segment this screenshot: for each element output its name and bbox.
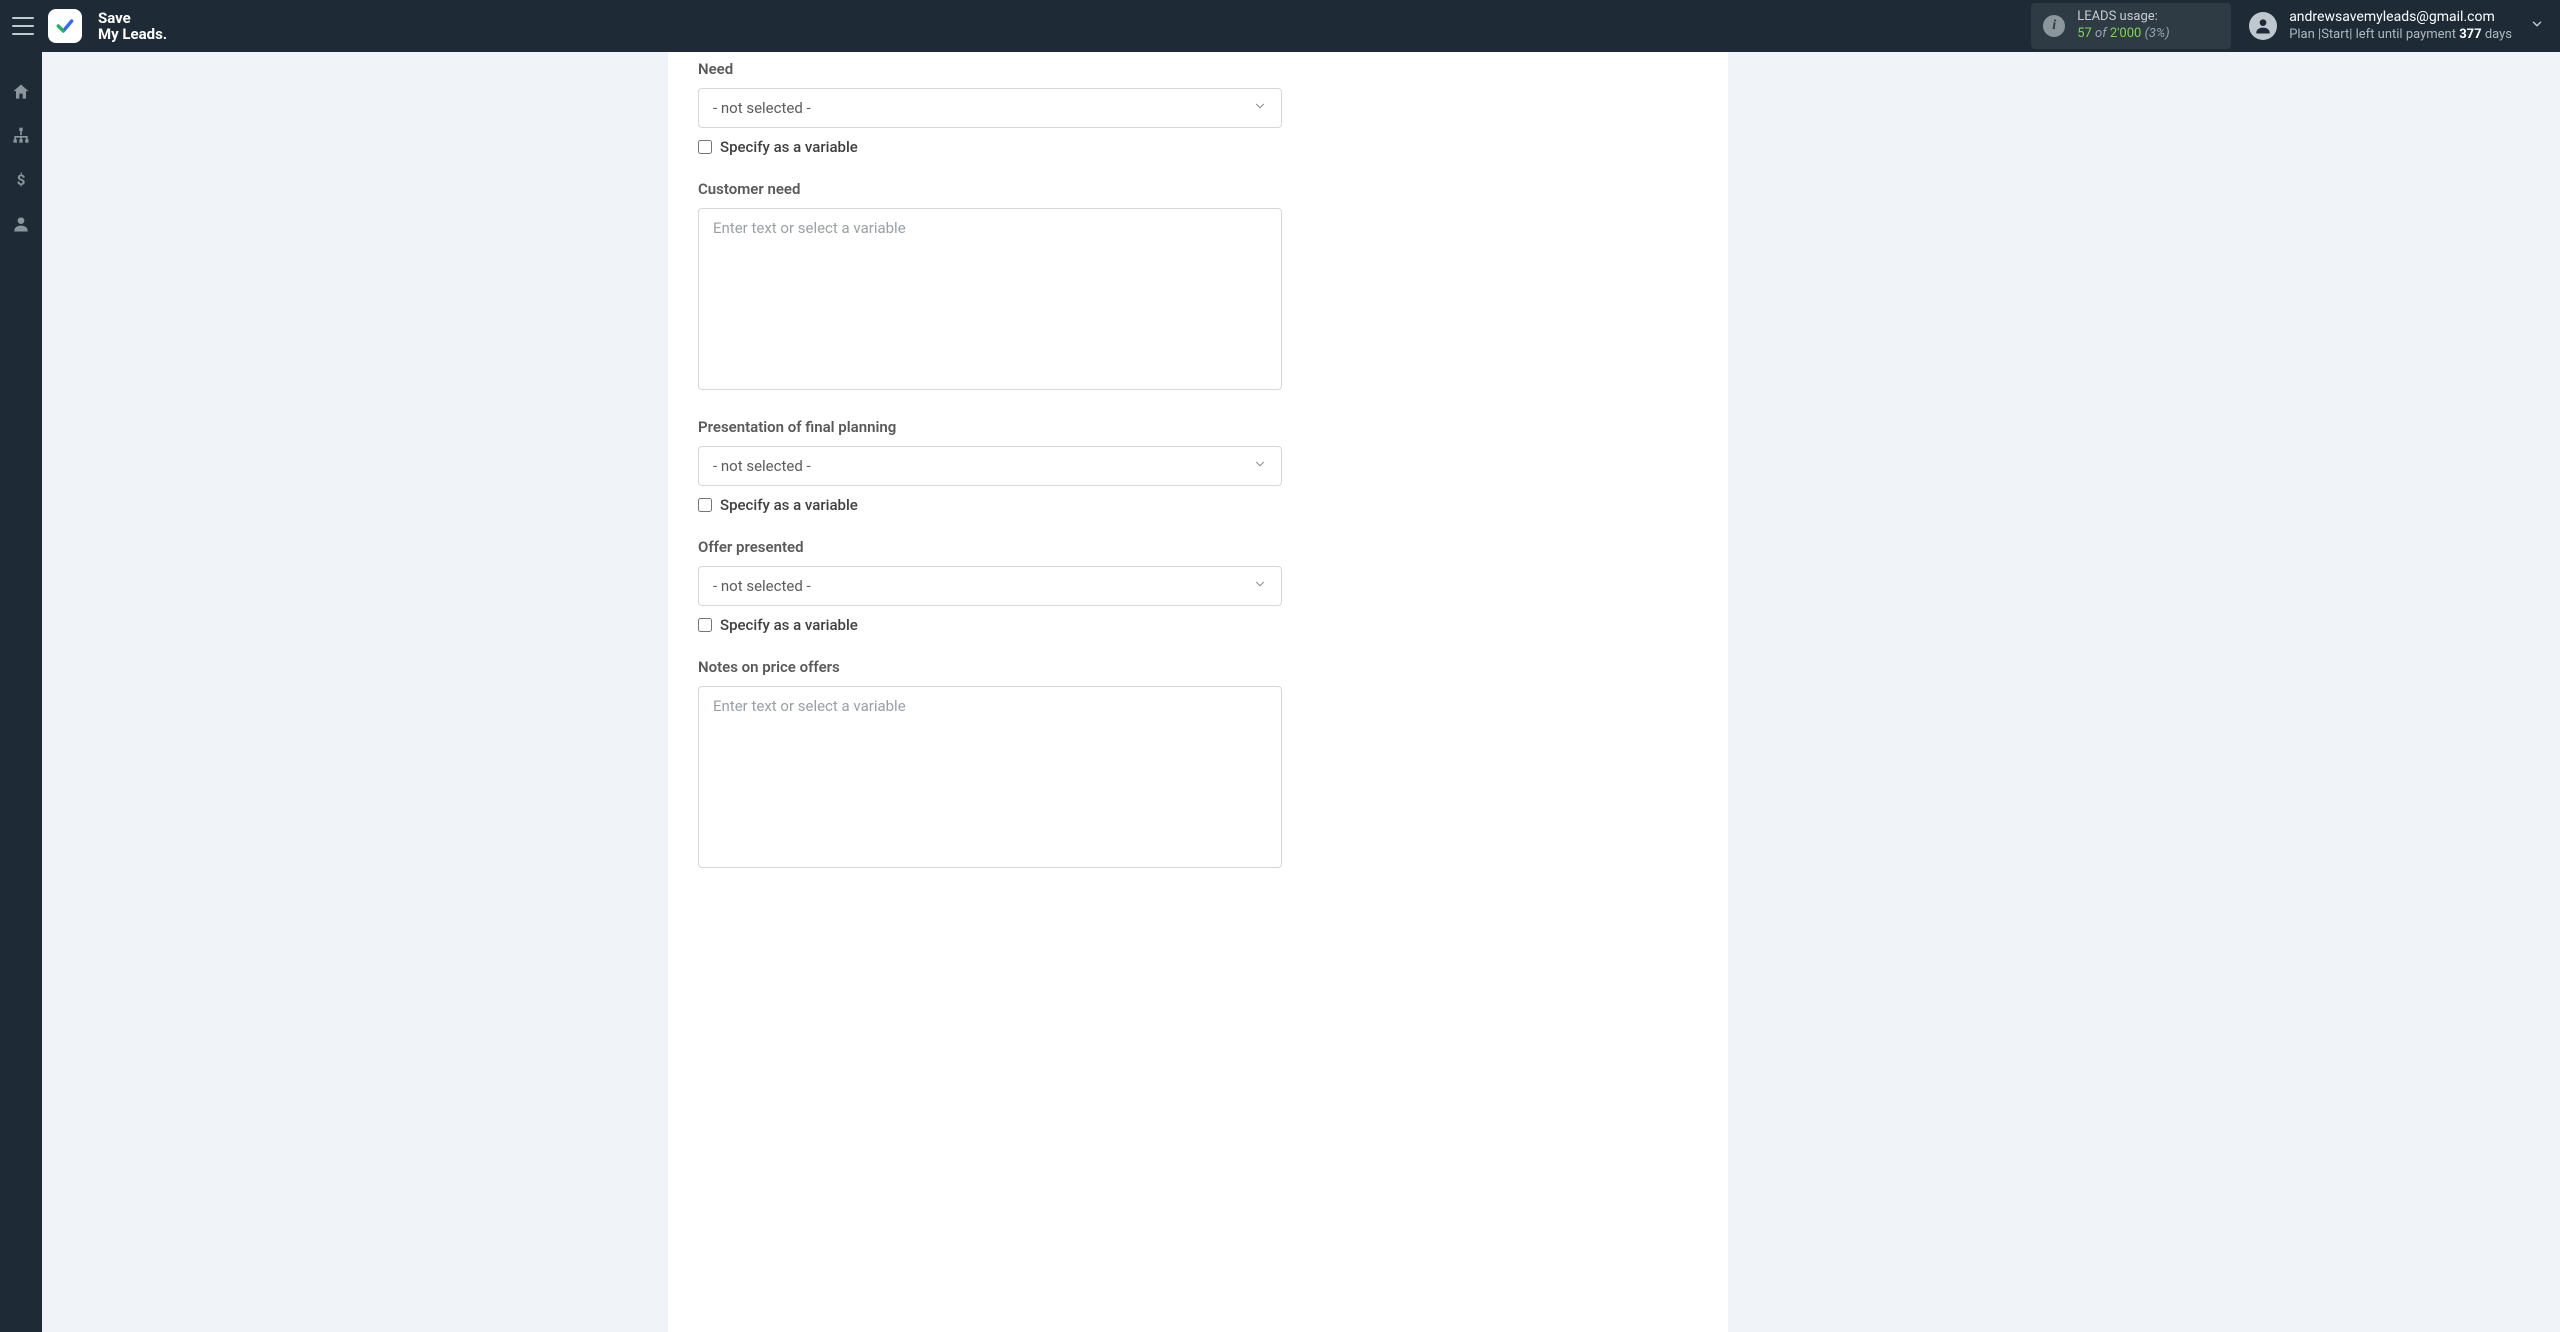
field-need: Need - not selected - Specify as a varia… (698, 60, 1282, 156)
label-offer-presented: Offer presented (698, 538, 1282, 556)
sidebar-connections[interactable] (9, 124, 33, 148)
dollar-icon: $ (11, 170, 31, 190)
field-notes-price: Notes on price offers (698, 658, 1282, 872)
specify-variable-need: Specify as a variable (698, 138, 1282, 156)
select-need-value: - not selected - (713, 99, 811, 117)
select-presentation-value: - not selected - (713, 457, 811, 475)
sidebar-profile[interactable] (9, 212, 33, 236)
chevron-down-icon[interactable] (2530, 17, 2544, 35)
field-customer-need: Customer need (698, 180, 1282, 394)
select-offer-presented[interactable]: - not selected - (698, 566, 1282, 606)
plan-prefix: Plan |Start| left until payment (2289, 27, 2459, 42)
form-column: Need - not selected - Specify as a varia… (698, 52, 1282, 872)
field-presentation: Presentation of final planning - not sel… (698, 418, 1282, 514)
brand-logo[interactable] (48, 9, 82, 43)
usage-values: 57 of 2'000 (3%) (2077, 26, 2169, 43)
label-customer-need: Customer need (698, 180, 1282, 198)
chevron-down-icon (1253, 577, 1267, 595)
menu-hamburger-icon[interactable] (12, 17, 34, 35)
plan-days: 377 (2459, 27, 2481, 42)
user-plan: Plan |Start| left until payment 377 days (2289, 27, 2512, 44)
checkbox-specify-presentation[interactable] (698, 498, 712, 512)
textarea-notes-price[interactable] (698, 686, 1282, 868)
checkbox-label-need[interactable]: Specify as a variable (720, 138, 858, 156)
checkbox-label-offer[interactable]: Specify as a variable (720, 616, 858, 634)
checkmark-icon (55, 16, 75, 36)
sitemap-icon (11, 126, 31, 146)
usage-of: of (2095, 26, 2110, 41)
sidebar-home[interactable] (9, 80, 33, 104)
select-need[interactable]: - not selected - (698, 88, 1282, 128)
user-icon (11, 214, 31, 234)
info-icon: i (2043, 15, 2065, 37)
checkbox-specify-offer[interactable] (698, 618, 712, 632)
chevron-down-icon (1253, 457, 1267, 475)
label-need: Need (698, 60, 1282, 78)
user-account-block[interactable]: andrewsavemyleads@gmail.com Plan |Start|… (2249, 8, 2544, 43)
select-presentation[interactable]: - not selected - (698, 446, 1282, 486)
sidebar-billing[interactable]: $ (9, 168, 33, 192)
label-notes-price: Notes on price offers (698, 658, 1282, 676)
textarea-customer-need[interactable] (698, 208, 1282, 390)
top-bar-right: i LEADS usage: 57 of 2'000 (3%) andrewsa… (2031, 3, 2560, 49)
usage-used: 57 (2077, 26, 2092, 41)
brand-line2: My Leads. (98, 26, 167, 43)
leads-usage-box[interactable]: i LEADS usage: 57 of 2'000 (3%) (2031, 3, 2231, 49)
page-content: Need - not selected - Specify as a varia… (42, 52, 2560, 1332)
user-email: andrewsavemyleads@gmail.com (2289, 8, 2512, 26)
usage-label: LEADS usage: (2077, 9, 2169, 26)
plan-days-suffix: days (2482, 27, 2512, 42)
user-avatar-icon (2249, 12, 2277, 40)
chevron-down-icon (1253, 99, 1267, 117)
select-offer-value: - not selected - (713, 577, 811, 595)
leads-usage-text: LEADS usage: 57 of 2'000 (3%) (2077, 9, 2169, 43)
top-bar-left: Save My Leads. (0, 9, 167, 43)
usage-percent: (3%) (2145, 26, 2170, 41)
sidebar: $ (0, 52, 42, 1332)
user-text: andrewsavemyleads@gmail.com Plan |Start|… (2289, 8, 2512, 43)
usage-total: 2'000 (2110, 26, 2142, 41)
form-panel: Need - not selected - Specify as a varia… (668, 52, 1728, 1332)
checkbox-label-presentation[interactable]: Specify as a variable (720, 496, 858, 514)
svg-text:$: $ (17, 171, 26, 189)
brand-name: Save My Leads. (98, 10, 167, 43)
checkbox-specify-need[interactable] (698, 140, 712, 154)
label-presentation: Presentation of final planning (698, 418, 1282, 436)
field-offer-presented: Offer presented - not selected - Specify… (698, 538, 1282, 634)
specify-variable-presentation: Specify as a variable (698, 496, 1282, 514)
brand-line1: Save (98, 10, 167, 27)
specify-variable-offer: Specify as a variable (698, 616, 1282, 634)
top-bar: Save My Leads. i LEADS usage: 57 of 2'00… (0, 0, 2560, 52)
